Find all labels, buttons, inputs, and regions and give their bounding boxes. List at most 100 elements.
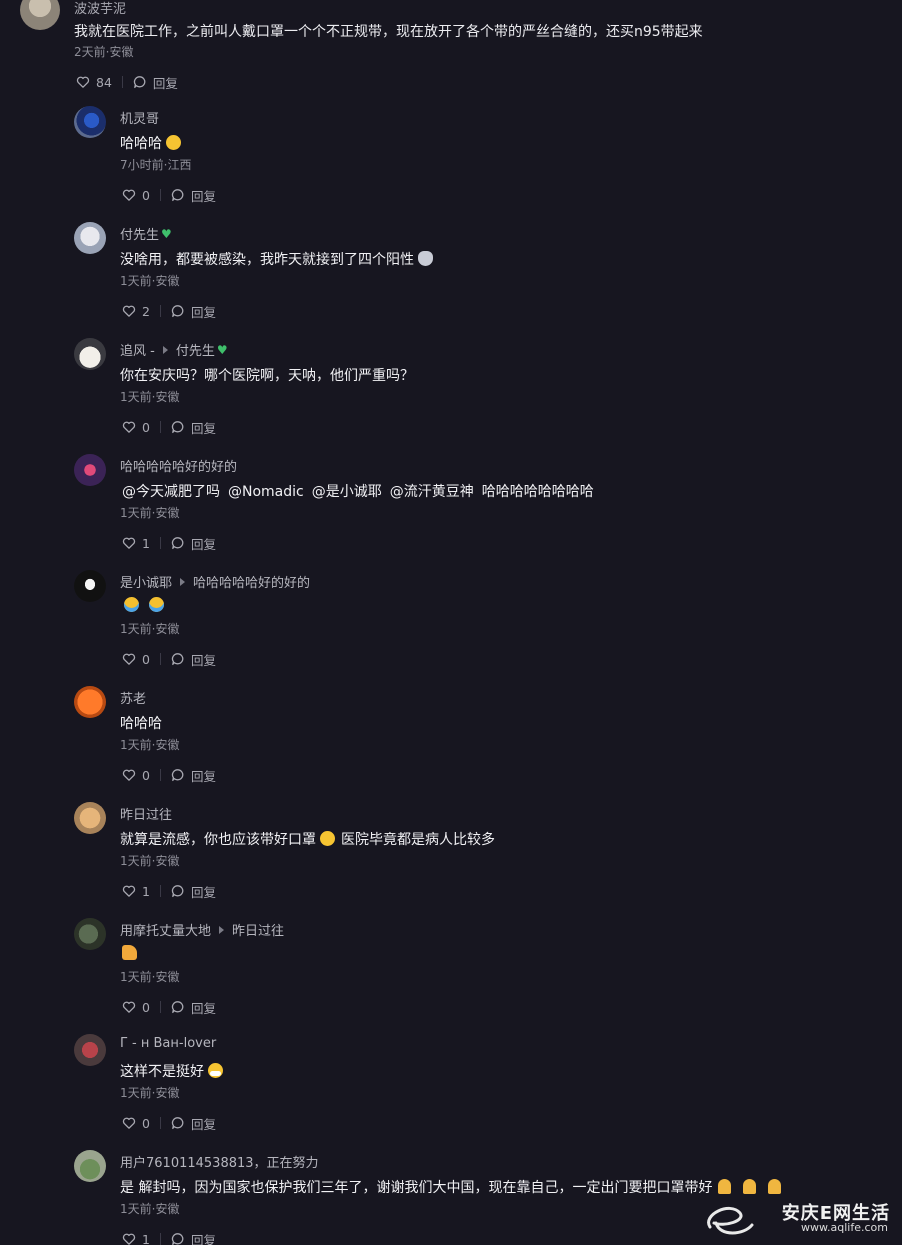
reply-button[interactable]: 回复 [133,73,178,92]
reply-meta: 1天前·安徽 [120,274,180,288]
heart-icon [122,420,136,434]
reply-actions: 1 回复 [122,534,216,553]
reply-header: 是小诚耶 哈哈哈哈哈好的好的 [120,572,310,591]
like-button[interactable]: 1 [122,884,150,899]
like-button[interactable]: 0 [122,1000,150,1015]
comment-bubble-icon [171,188,185,202]
crying-emoji-icon [149,597,164,612]
divider [159,769,161,781]
mention-link[interactable]: @流汗黄豆神 [390,484,474,500]
reply-username[interactable]: 昨日过往 [120,804,172,823]
avatar[interactable] [74,918,106,950]
comment-bubble-icon [171,1116,185,1130]
avatar[interactable] [74,1150,106,1182]
watermark-url: www.aqlife.com [801,1221,888,1234]
divider [159,189,161,201]
reply-item: 苏老 哈哈哈 1天前·安徽 0 回复 [74,686,894,802]
reply-item: 用摩托丈量大地 昨日过往 1天前·安徽 0 回复 [74,918,894,1034]
reply-button[interactable]: 回复 [171,766,216,785]
divider [121,76,123,88]
like-button[interactable]: 1 [122,536,150,551]
reply-button[interactable]: 回复 [171,650,216,669]
reply-button[interactable]: 回复 [171,1230,216,1245]
reply-button[interactable]: 回复 [171,534,216,553]
heart-icon [122,536,136,550]
reply-label: 回复 [190,188,216,204]
like-button[interactable]: 84 [76,75,112,90]
reply-username[interactable]: 用户7610114538813，正在努力 [120,1152,319,1171]
avatar[interactable] [20,0,60,30]
reply-text-content: 哈哈哈 [120,136,162,152]
reply-meta: 1天前·安徽 [120,506,180,520]
like-count: 1 [142,883,150,899]
reply-text-content: 哈哈哈哈哈哈哈哈 [481,484,594,500]
reply-header: 苏老 [120,688,146,707]
praying-hands-emoji-icon [743,1179,757,1194]
avatar[interactable] [74,106,106,138]
mention-link[interactable]: @今天减肥了吗 [122,484,220,500]
avatar[interactable] [74,454,106,486]
like-button[interactable]: 1 [122,1232,150,1245]
comment-bubble-icon [133,75,147,89]
reply-username[interactable]: 是小诚耶 [120,572,172,591]
reply-text: 哈哈哈 [120,133,181,153]
reply-item: 哈哈哈哈哈好的好的 @今天减肥了吗 @Nomadic @是小诚耶 @流汗黄豆神 哈哈哈哈… [74,454,894,570]
reply-button[interactable]: 回复 [171,186,216,205]
green-heart-icon: ♥ [161,226,172,241]
reply-arrow-icon [219,925,225,934]
reply-username[interactable]: Г - н Ван-lover [120,1036,216,1051]
reply-username[interactable]: 机灵哥 [120,108,159,127]
e-logo-icon [707,1206,754,1235]
reply-meta: 1天前·安徽 [120,1086,180,1100]
avatar[interactable] [74,802,106,834]
reply-username[interactable]: 苏老 [120,688,146,707]
heart-icon [122,1000,136,1014]
reply-username[interactable]: 追风 - [120,340,155,359]
like-button[interactable]: 0 [122,768,150,783]
like-count: 2 [142,303,150,319]
reply-text: 你在安庆吗？哪个医院啊，天呐，他们严重吗？ [120,368,414,384]
reply-actions: 0 回复 [122,1114,216,1133]
praying-hands-emoji-icon [768,1179,782,1194]
heart-icon [122,884,136,898]
like-button[interactable]: 0 [122,1116,150,1131]
reply-item: 昨日过往 就算是流感，你也应该带好口罩 医院毕竟都是病人比较多 1天前·安徽 1 … [74,802,894,918]
like-count: 0 [142,767,150,783]
like-button[interactable]: 0 [122,652,150,667]
divider [159,421,161,433]
reply-button[interactable]: 回复 [171,418,216,437]
comment-bubble-icon [171,1232,185,1245]
avatar[interactable] [74,570,106,602]
divider [159,1117,161,1129]
reply-to-username[interactable]: 哈哈哈哈哈好的好的 [193,572,310,591]
reply-button[interactable]: 回复 [171,1114,216,1133]
reply-actions: 0 回复 [122,766,216,785]
reply-text-content: 医院毕竟都是病人比较多 [341,832,495,848]
avatar[interactable] [74,1034,106,1066]
reply-actions: 1 回复 [122,882,216,901]
reply-text: 这样不是挺好 [120,1061,223,1081]
reply-header: 哈哈哈哈哈好的好的 [120,456,237,475]
mask-face-emoji-icon [208,1063,223,1078]
like-button[interactable]: 2 [122,304,150,319]
like-button[interactable]: 0 [122,420,150,435]
comment-bubble-icon [171,768,185,782]
like-button[interactable]: 0 [122,188,150,203]
reply-actions: 0 回复 [122,998,216,1017]
reply-button[interactable]: 回复 [171,998,216,1017]
avatar[interactable] [74,222,106,254]
avatar[interactable] [74,686,106,718]
reply-to-username[interactable]: 付先生 [176,340,215,359]
reply-username[interactable]: 用摩托丈量大地 [120,920,211,939]
comment-username[interactable]: 波波芋泥 [74,0,126,17]
reply-button[interactable]: 回复 [171,302,216,321]
reply-button[interactable]: 回复 [171,882,216,901]
reply-to-username[interactable]: 昨日过往 [232,920,284,939]
reply-username[interactable]: 付先生 [120,224,159,243]
reply-username[interactable]: 哈哈哈哈哈好的好的 [120,456,237,475]
mention-link[interactable]: @是小诚耶 [312,484,382,500]
mention-link[interactable]: @Nomadic [228,484,304,500]
avatar[interactable] [74,338,106,370]
divider [159,1001,161,1013]
reply-header: 付先生 ♥ [120,224,172,244]
